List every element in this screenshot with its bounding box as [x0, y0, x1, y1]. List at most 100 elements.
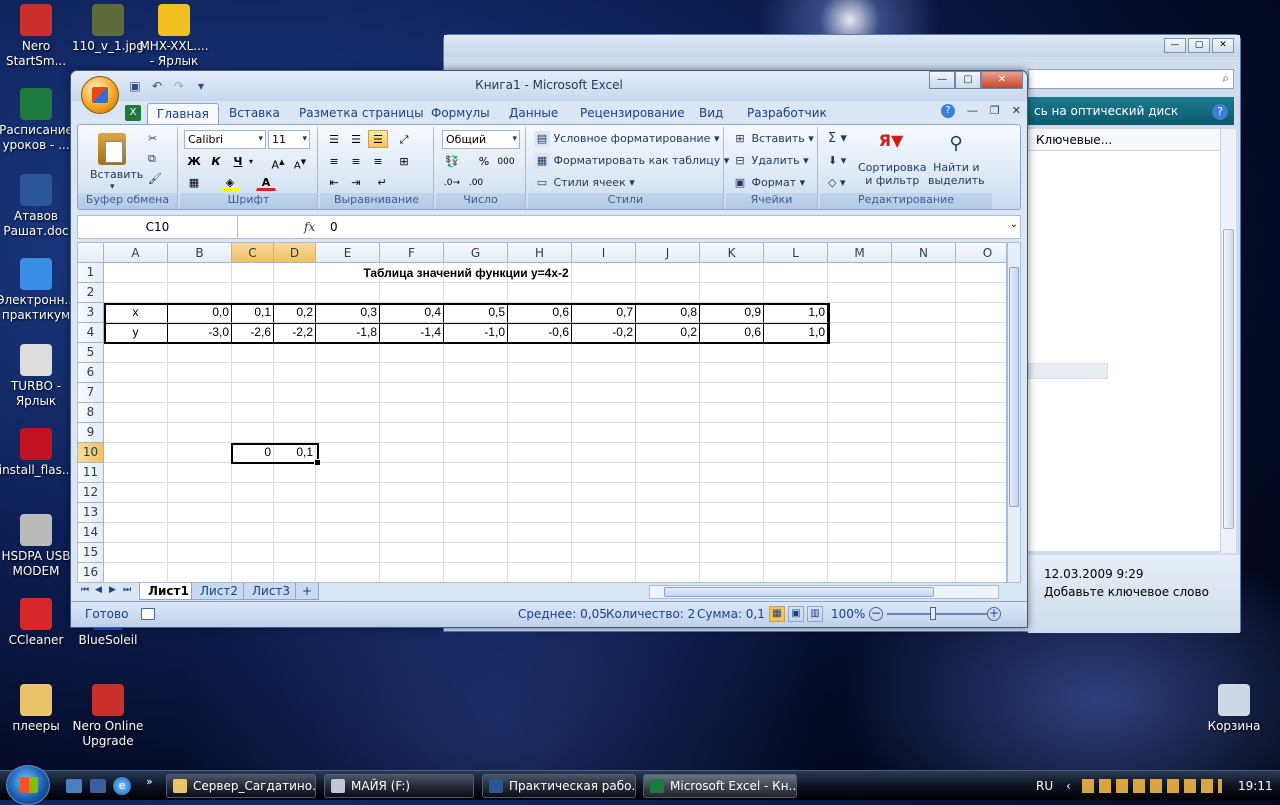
row-header-6[interactable]: 6 [78, 363, 104, 383]
italic-button[interactable]: К [206, 152, 226, 170]
cell-b8[interactable] [168, 403, 232, 423]
align-bottom-icon[interactable]: ☰ [368, 130, 388, 148]
language-indicator[interactable]: RU [1036, 771, 1053, 801]
clock[interactable]: 19:11 [1238, 771, 1273, 801]
tab-data[interactable]: Данные [509, 104, 558, 122]
desktop-icon[interactable]: install_flas... [0, 428, 76, 478]
fill-color-icon[interactable]: ◈ [220, 173, 240, 191]
horizontal-scrollbar[interactable] [649, 585, 999, 599]
cell-o8[interactable] [956, 403, 1006, 423]
search-input[interactable]: ⌕ [1028, 69, 1234, 89]
row-header-14[interactable]: 14 [78, 523, 104, 543]
show-desktop-icon[interactable] [66, 779, 82, 793]
cell-d7[interactable] [274, 383, 316, 403]
cell-j14[interactable] [636, 523, 700, 543]
cell-m13[interactable] [828, 503, 892, 523]
cell-j9[interactable] [636, 423, 700, 443]
cell-f7[interactable] [380, 383, 444, 403]
minimize-icon[interactable]: — [929, 71, 955, 89]
cell-j15[interactable] [636, 543, 700, 563]
cell-i16[interactable] [572, 563, 636, 582]
cell-k4[interactable]: 0,6 [700, 323, 764, 343]
sheet-title-cell[interactable]: Таблица значений функции y=4x-2 [104, 263, 828, 283]
cell-l10[interactable] [764, 443, 828, 463]
cell-h2[interactable] [508, 283, 572, 303]
cell-l4[interactable]: 1,0 [764, 323, 828, 343]
cell-b16[interactable] [168, 563, 232, 582]
cell-i9[interactable] [572, 423, 636, 443]
cell-f4[interactable]: -1,4 [380, 323, 444, 343]
minimize-icon[interactable]: — [967, 104, 978, 118]
desktop-icon[interactable]: Атавов Рашат.doc [0, 174, 76, 239]
cell-o5[interactable] [956, 343, 1006, 363]
cell-k2[interactable] [700, 283, 764, 303]
align-center-icon[interactable]: ≡ [346, 152, 366, 170]
cell-c5[interactable] [232, 343, 274, 363]
close-icon[interactable]: ✕ [1212, 38, 1234, 53]
cell-k10[interactable] [700, 443, 764, 463]
copy-icon[interactable]: ⧉ [148, 151, 156, 167]
sort-filter-icon[interactable]: Я▼ [876, 131, 906, 159]
cell-f6[interactable] [380, 363, 444, 383]
cell-f16[interactable] [380, 563, 444, 582]
cell-b14[interactable] [168, 523, 232, 543]
cell-a3[interactable]: x [104, 303, 168, 323]
cell-g3[interactable]: 0,5 [444, 303, 508, 323]
desktop-icon[interactable]: Электронн... практикум [0, 258, 76, 323]
format-cells-button[interactable]: ▣ Формат ▾ [732, 175, 805, 191]
cell-f12[interactable] [380, 483, 444, 503]
cell-k11[interactable] [700, 463, 764, 483]
cell-m16[interactable] [828, 563, 892, 582]
cell-a4[interactable]: y [104, 323, 168, 343]
column-header-o[interactable]: O [956, 243, 1006, 263]
cell-c12[interactable] [232, 483, 274, 503]
cell-a5[interactable] [104, 343, 168, 363]
cell-k7[interactable] [700, 383, 764, 403]
cell-b13[interactable] [168, 503, 232, 523]
cell-e7[interactable] [316, 383, 380, 403]
merge-center-icon[interactable]: ⊞ [394, 152, 414, 170]
cell-i7[interactable] [572, 383, 636, 403]
column-header-f[interactable]: F [380, 243, 444, 263]
underline-dropdown-icon[interactable]: ▾ [246, 152, 256, 170]
first-sheet-icon[interactable]: ⏮ [81, 585, 89, 595]
cell-e14[interactable] [316, 523, 380, 543]
cell-o4[interactable] [956, 323, 1006, 343]
cell-l7[interactable] [764, 383, 828, 403]
column-header-c[interactable]: C [232, 243, 274, 263]
close-icon[interactable]: ✕ [981, 71, 1023, 89]
cell-a12[interactable] [104, 483, 168, 503]
excel-window[interactable]: Книга1 - Microsoft Excel ▣ ↶ ↷ ▾ — ▢ ✕ X… [70, 70, 1028, 628]
desktop-icon[interactable]: Расписание уроков - ... [0, 88, 76, 153]
cell-n12[interactable] [892, 483, 956, 503]
row-header-13[interactable]: 13 [78, 503, 104, 523]
cell-d14[interactable] [274, 523, 316, 543]
cell-n5[interactable] [892, 343, 956, 363]
cell-d16[interactable] [274, 563, 316, 582]
cell-o11[interactable] [956, 463, 1006, 483]
insert-function-button[interactable]: fx [304, 216, 324, 238]
column-header-d[interactable]: D [274, 243, 316, 263]
desktop-icon[interactable]: Nero Online Upgrade [68, 684, 148, 749]
cell-h15[interactable] [508, 543, 572, 563]
cell-m1[interactable] [828, 263, 892, 283]
cell-c15[interactable] [232, 543, 274, 563]
cell-i11[interactable] [572, 463, 636, 483]
scroll-thumb[interactable] [1009, 267, 1019, 507]
cell-l11[interactable] [764, 463, 828, 483]
cell-m15[interactable] [828, 543, 892, 563]
cell-d4[interactable]: -2,2 [274, 323, 316, 343]
cell-b15[interactable] [168, 543, 232, 563]
zoom-level[interactable]: 100% [831, 602, 865, 626]
cell-a14[interactable] [104, 523, 168, 543]
cell-g13[interactable] [444, 503, 508, 523]
clear-icon[interactable]: ◇ ▾ [828, 175, 845, 191]
cell-o15[interactable] [956, 543, 1006, 563]
cell-o9[interactable] [956, 423, 1006, 443]
cell-c13[interactable] [232, 503, 274, 523]
cell-h8[interactable] [508, 403, 572, 423]
switch-windows-icon[interactable] [90, 779, 106, 793]
increase-indent-icon[interactable]: ⇥ [346, 173, 366, 191]
cell-j7[interactable] [636, 383, 700, 403]
cell-f14[interactable] [380, 523, 444, 543]
